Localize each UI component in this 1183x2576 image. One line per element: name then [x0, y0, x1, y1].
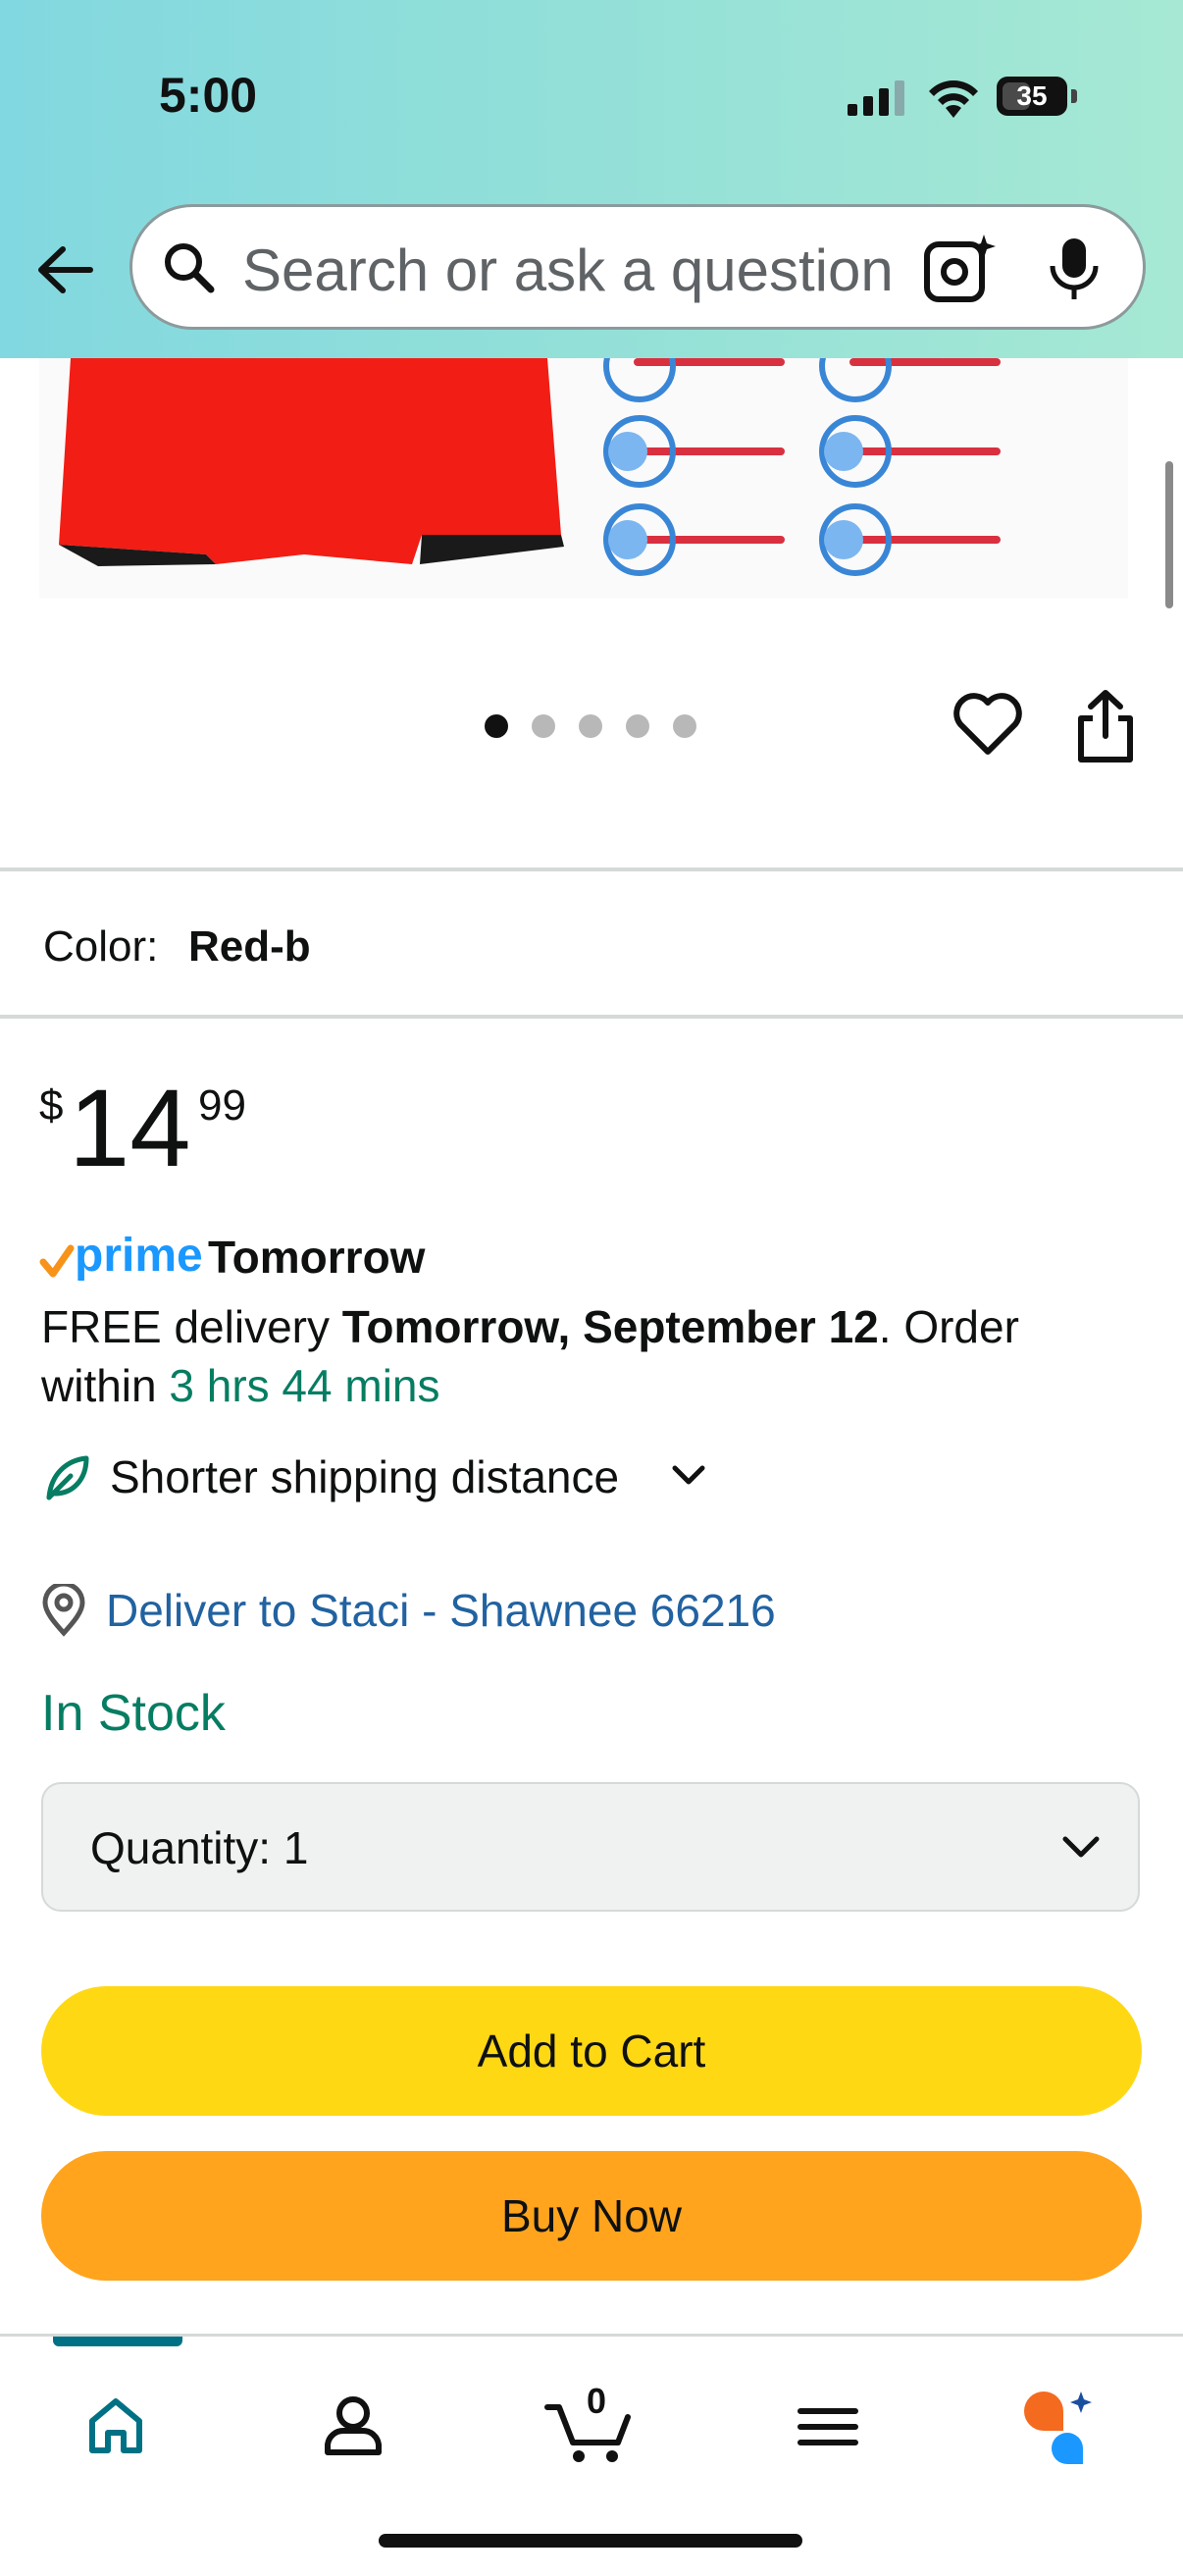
home-indicator[interactable] — [379, 2534, 802, 2548]
battery-icon: 35 — [997, 77, 1079, 116]
pagination-dot[interactable] — [673, 714, 696, 738]
scroll-indicator[interactable] — [1165, 461, 1173, 608]
header: 5:00 35 Search or ask a question — [0, 0, 1183, 358]
prime-delivery-day: Tomorrow — [208, 1232, 426, 1283]
deliver-to-link[interactable]: Deliver to Staci - Shawnee 66216 — [106, 1584, 776, 1637]
pagination-dot[interactable] — [579, 714, 602, 738]
camera-lens-icon[interactable] — [921, 231, 1000, 305]
price-fraction: 99 — [198, 1081, 246, 1130]
pagination-dot[interactable] — [532, 714, 555, 738]
shipping-distance-toggle[interactable]: Shorter shipping distance — [110, 1450, 619, 1503]
cart-count: 0 — [587, 2381, 606, 2421]
menu-icon[interactable] — [769, 2372, 887, 2480]
back-arrow-icon[interactable] — [31, 236, 100, 304]
add-to-cart-button[interactable]: Add to Cart — [41, 1986, 1142, 2116]
stock-status: In Stock — [41, 1685, 226, 1742]
buy-now-button[interactable]: Buy Now — [41, 2151, 1142, 2281]
search-bar[interactable]: Search or ask a question — [129, 204, 1146, 330]
color-label: Color: — [43, 922, 159, 971]
cellular-signal-icon — [848, 80, 904, 116]
delivery-countdown: 3 hrs 44 mins — [169, 1360, 440, 1411]
account-icon[interactable] — [294, 2372, 412, 2480]
quantity-label: Quantity: 1 — [90, 1822, 309, 1873]
prime-logo: prime — [75, 1230, 203, 1282]
active-tab-indicator — [53, 2337, 182, 2346]
battery-level: 35 — [1016, 80, 1048, 111]
quantity-selector[interactable]: Quantity: 1 — [41, 1782, 1140, 1912]
delivery-message: FREE delivery Tomorrow, September 12. Or… — [41, 1297, 1140, 1415]
microphone-icon[interactable] — [1045, 235, 1104, 303]
prime-check-icon — [39, 1244, 75, 1278]
product-photo — [39, 330, 1128, 599]
pagination-dot[interactable] — [485, 714, 508, 738]
home-icon[interactable] — [57, 2372, 175, 2480]
wifi-icon — [929, 80, 978, 118]
search-input[interactable]: Search or ask a question — [242, 237, 894, 304]
chevron-down-icon — [1062, 1836, 1100, 1858]
location-pin-icon — [42, 1584, 85, 1637]
cart-icon[interactable]: 0 — [530, 2372, 647, 2480]
price-currency-symbol: $ — [39, 1081, 64, 1130]
leaf-icon — [46, 1455, 89, 1500]
rufus-icon[interactable] — [1004, 2372, 1122, 2480]
share-icon[interactable] — [1071, 687, 1140, 765]
divider — [0, 1015, 1183, 1019]
status-time: 5:00 — [159, 68, 258, 123]
color-value: Red-b — [188, 922, 311, 971]
product-image[interactable] — [0, 330, 1183, 613]
divider — [0, 867, 1183, 871]
delivery-date: Tomorrow, September 12 — [341, 1301, 879, 1352]
free-delivery-text: FREE delivery — [41, 1301, 330, 1352]
chevron-down-icon[interactable] — [669, 1460, 708, 1490]
search-icon — [165, 243, 215, 293]
price-whole: 14 — [69, 1067, 191, 1189]
pagination-dot[interactable] — [626, 714, 649, 738]
heart-icon[interactable] — [952, 691, 1024, 760]
quantity-value: 1 — [283, 1822, 309, 1873]
